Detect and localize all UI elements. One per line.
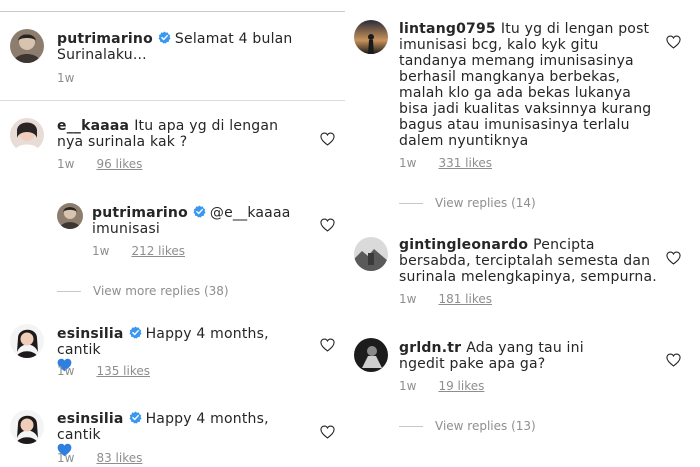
comment-time[interactable]: 1w bbox=[57, 451, 74, 465]
divider bbox=[399, 426, 423, 427]
likes-count[interactable]: 83 likes bbox=[96, 451, 142, 465]
comment-text: imunisasi bbox=[92, 221, 161, 237]
comment-time[interactable]: 1w bbox=[57, 364, 74, 378]
view-more-replies-button[interactable]: View more replies (38) bbox=[57, 284, 229, 298]
comment-time[interactable]: 1w bbox=[399, 156, 416, 170]
avatar[interactable] bbox=[57, 203, 83, 229]
heart-outline-icon[interactable] bbox=[666, 35, 681, 49]
comment-text: Itu yg di lengan post imunisasi bcg, kal… bbox=[399, 21, 652, 149]
left-comment-column: putrimarino Selamat 4 bulan Surinalaku...… bbox=[0, 0, 345, 467]
verified-badge-icon bbox=[129, 326, 142, 339]
mention-link[interactable]: @e__kaaaa bbox=[210, 205, 291, 221]
heart-outline-icon[interactable] bbox=[320, 132, 335, 146]
comment-username[interactable]: putrimarino bbox=[57, 31, 153, 47]
comment-username[interactable]: esinsilia bbox=[57, 411, 124, 427]
comment-meta: 1w 181 likes bbox=[399, 292, 492, 306]
likes-count[interactable]: 331 likes bbox=[438, 156, 492, 170]
comment-username[interactable]: lintang0795 bbox=[399, 21, 496, 37]
comment-username[interactable]: esinsilia bbox=[57, 326, 124, 342]
comment-meta: 1w 135 likes bbox=[57, 364, 150, 378]
comment-meta: 1w 212 likes bbox=[92, 244, 185, 258]
divider bbox=[399, 203, 423, 204]
comment-body: putrimarino Selamat 4 bulan Surinalaku... bbox=[57, 31, 297, 63]
avatar[interactable] bbox=[10, 118, 44, 152]
comment-body: grldn.tr Ada yang tau ini ngedit pake apa… bbox=[399, 340, 634, 372]
divider bbox=[0, 100, 345, 101]
comment-time[interactable]: 1w bbox=[57, 157, 74, 171]
comment-meta: 1w 331 likes bbox=[399, 156, 492, 170]
comment-username[interactable]: putrimarino bbox=[92, 205, 188, 221]
comment-username[interactable]: e__kaaaa bbox=[57, 118, 129, 134]
comment-meta: 1w 83 likes bbox=[57, 451, 142, 465]
comment-time[interactable]: 1w bbox=[92, 244, 109, 258]
view-replies-button[interactable]: View replies (13) bbox=[399, 419, 536, 433]
divider bbox=[57, 291, 81, 292]
right-comment-column: lintang0795 Itu yg di lengan post imunisa… bbox=[348, 0, 700, 467]
view-replies-label[interactable]: View replies (14) bbox=[435, 196, 536, 210]
comment-meta: 1w 96 likes bbox=[57, 157, 142, 171]
comment-meta: 1w bbox=[57, 71, 96, 85]
comment-time[interactable]: 1w bbox=[399, 379, 416, 393]
comment-body: lintang0795 Itu yg di lengan post imunisa… bbox=[399, 21, 654, 149]
avatar[interactable] bbox=[10, 410, 44, 444]
reply-body: putrimarino @e__kaaaa imunisasi bbox=[92, 205, 312, 237]
avatar[interactable] bbox=[354, 338, 388, 372]
comment-username[interactable]: grldn.tr bbox=[399, 340, 461, 356]
view-replies-label[interactable]: View replies (13) bbox=[435, 419, 536, 433]
comment-body: e__kaaaa Itu apa yg di lengan nya surinal… bbox=[57, 118, 287, 150]
verified-badge-icon bbox=[158, 31, 171, 44]
likes-count[interactable]: 96 likes bbox=[96, 157, 142, 171]
comment-username[interactable]: gintingleonardo bbox=[399, 237, 528, 253]
likes-count[interactable]: 212 likes bbox=[131, 244, 185, 258]
avatar[interactable] bbox=[354, 20, 388, 54]
comment-body: gintingleonardo Pencipta bersabda, tercip… bbox=[399, 237, 659, 285]
avatar[interactable] bbox=[10, 324, 44, 358]
comment-time[interactable]: 1w bbox=[399, 292, 416, 306]
comment-time[interactable]: 1w bbox=[57, 71, 74, 85]
likes-count[interactable]: 19 likes bbox=[438, 379, 484, 393]
avatar[interactable] bbox=[354, 237, 388, 271]
heart-outline-icon[interactable] bbox=[320, 218, 335, 232]
view-replies-button[interactable]: View replies (14) bbox=[399, 196, 536, 210]
likes-count[interactable]: 135 likes bbox=[96, 364, 150, 378]
verified-badge-icon bbox=[129, 411, 142, 424]
heart-outline-icon[interactable] bbox=[666, 251, 681, 265]
comment-meta: 1w 19 likes bbox=[399, 379, 484, 393]
likes-count[interactable]: 181 likes bbox=[438, 292, 492, 306]
avatar[interactable] bbox=[10, 29, 44, 63]
heart-outline-icon[interactable] bbox=[320, 338, 335, 352]
heart-outline-icon[interactable] bbox=[666, 353, 681, 367]
divider bbox=[0, 11, 345, 12]
heart-outline-icon[interactable] bbox=[320, 425, 335, 439]
view-replies-label[interactable]: View more replies (38) bbox=[93, 284, 229, 298]
verified-badge-icon bbox=[193, 205, 206, 218]
